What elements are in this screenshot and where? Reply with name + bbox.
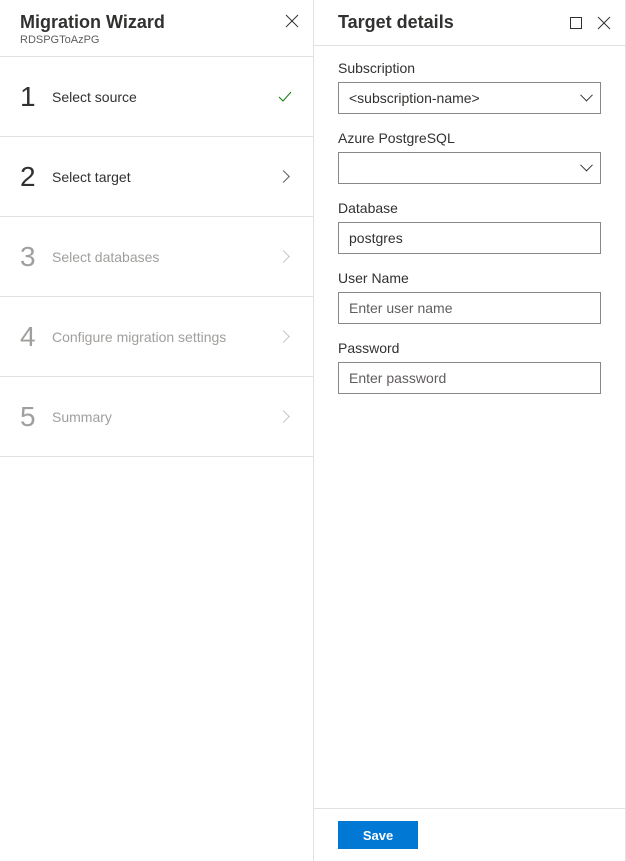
username-label: User Name: [338, 270, 601, 286]
step-label: Select databases: [52, 249, 293, 265]
step-label: Select source: [52, 89, 293, 105]
chevron-right-icon: [277, 249, 293, 265]
subscription-label: Subscription: [338, 60, 601, 76]
wizard-steps: 1 Select source 2 Select target 3 Select…: [0, 56, 313, 457]
field-subscription: Subscription: [338, 60, 601, 114]
step-number: 1: [20, 81, 52, 113]
subscription-select[interactable]: [338, 82, 601, 114]
subscription-input[interactable]: [338, 82, 601, 114]
step-number: 2: [20, 161, 52, 193]
close-icon[interactable]: [285, 14, 299, 28]
chevron-right-icon: [277, 409, 293, 425]
maximize-icon[interactable]: [569, 16, 583, 30]
step-label: Summary: [52, 409, 293, 425]
wizard-step-configure-migration[interactable]: 4 Configure migration settings: [0, 297, 313, 377]
target-form: Subscription Azure PostgreSQL Database U…: [314, 46, 625, 808]
save-button[interactable]: Save: [338, 821, 418, 849]
password-input[interactable]: [338, 362, 601, 394]
details-header: Target details: [314, 0, 625, 46]
wizard-subtitle: RDSPGToAzPG: [20, 34, 297, 46]
wizard-step-select-databases[interactable]: 3 Select databases: [0, 217, 313, 297]
step-number: 4: [20, 321, 52, 353]
wizard-header: Migration Wizard RDSPGToAzPG: [0, 0, 313, 56]
wizard-step-select-target[interactable]: 2 Select target: [0, 137, 313, 217]
username-input[interactable]: [338, 292, 601, 324]
field-password: Password: [338, 340, 601, 394]
database-input[interactable]: [338, 222, 601, 254]
chevron-right-icon: [277, 329, 293, 345]
checkmark-icon: [277, 89, 293, 105]
field-azure-postgresql: Azure PostgreSQL: [338, 130, 601, 184]
azurepg-select[interactable]: [338, 152, 601, 184]
field-database: Database: [338, 200, 601, 254]
azurepg-input[interactable]: [338, 152, 601, 184]
step-number: 5: [20, 401, 52, 433]
wizard-title: Migration Wizard: [20, 12, 297, 33]
wizard-step-select-source[interactable]: 1 Select source: [0, 57, 313, 137]
header-icons: [569, 16, 611, 30]
step-label: Select target: [52, 169, 293, 185]
password-label: Password: [338, 340, 601, 356]
azurepg-label: Azure PostgreSQL: [338, 130, 601, 146]
step-number: 3: [20, 241, 52, 273]
details-panel: Target details Subscription Azure Postgr…: [314, 0, 626, 861]
step-label: Configure migration settings: [52, 329, 293, 345]
details-title: Target details: [338, 12, 569, 33]
chevron-right-icon: [277, 169, 293, 185]
wizard-step-summary[interactable]: 5 Summary: [0, 377, 313, 457]
wizard-panel: Migration Wizard RDSPGToAzPG 1 Select so…: [0, 0, 314, 861]
database-label: Database: [338, 200, 601, 216]
close-icon[interactable]: [597, 16, 611, 30]
details-footer: Save: [314, 808, 625, 861]
field-username: User Name: [338, 270, 601, 324]
